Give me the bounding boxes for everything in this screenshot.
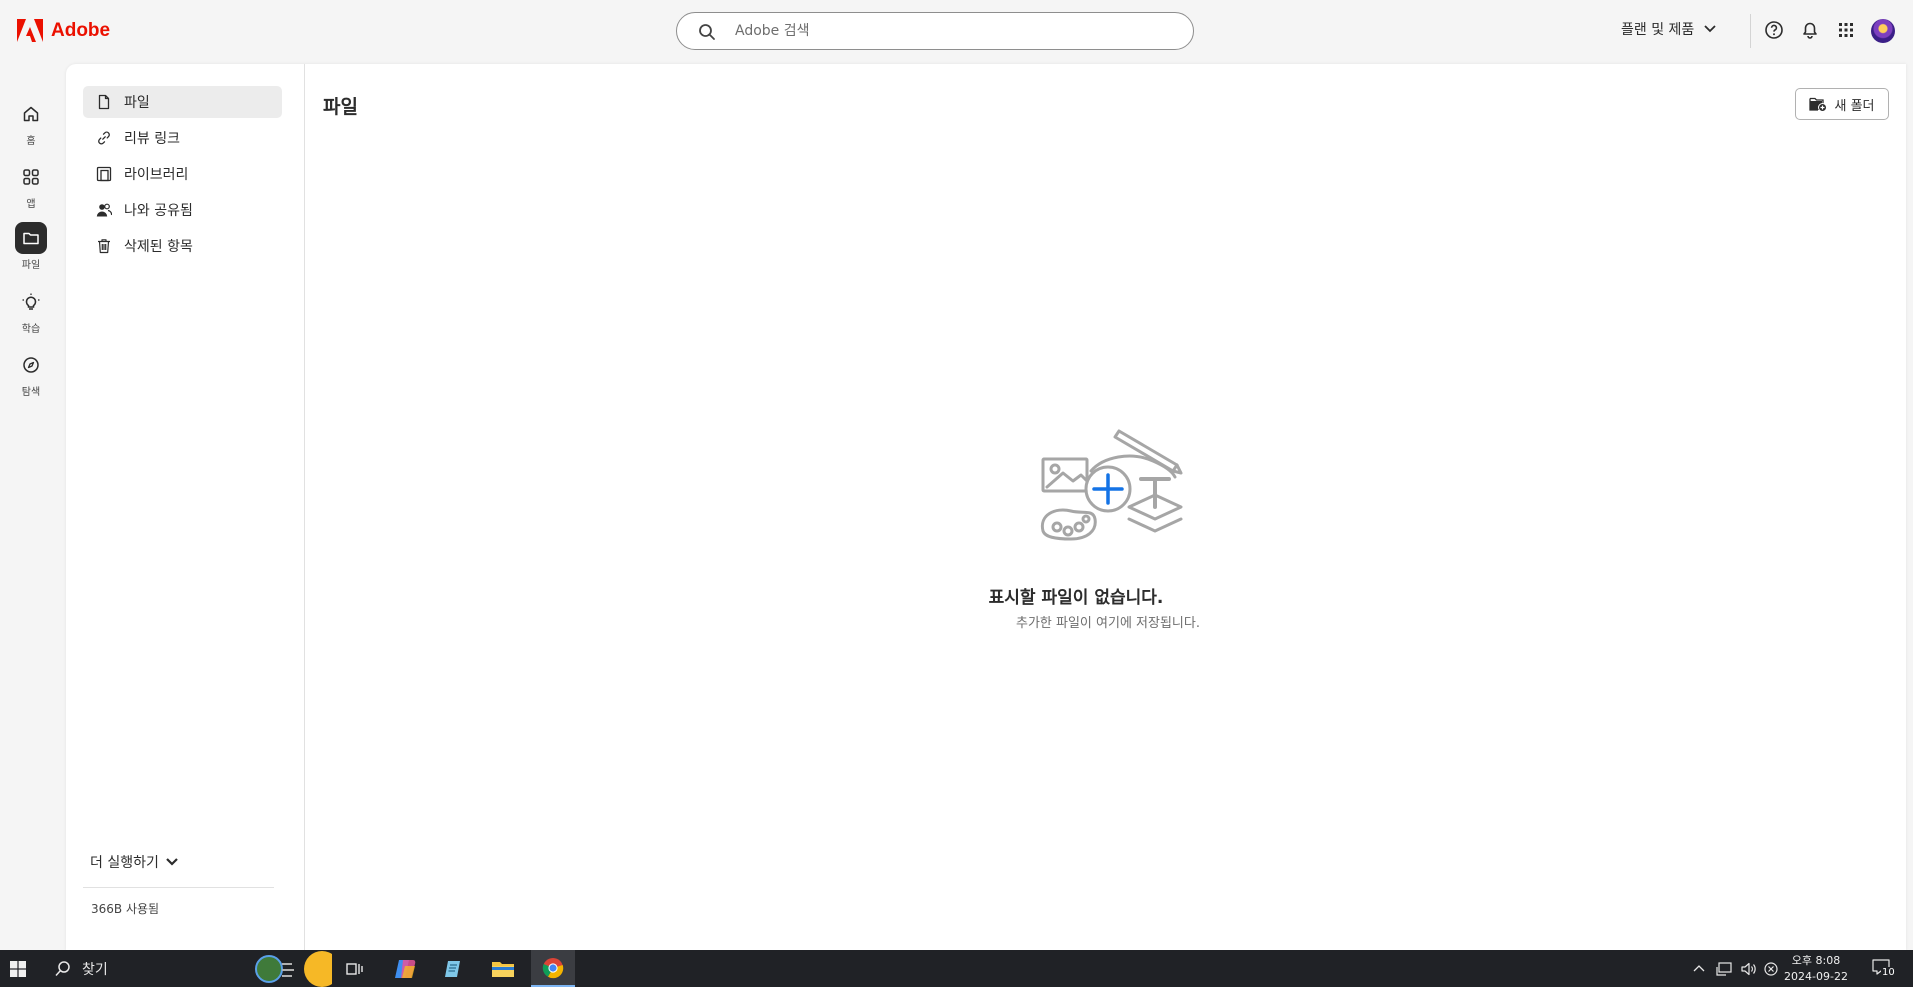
subnav-item-deleted[interactable]: 삭제된 항목 (83, 230, 282, 262)
lightbulb-icon (22, 293, 40, 310)
adobe-logo-icon (17, 19, 43, 42)
chevron-down-icon (166, 858, 178, 866)
home-icon (23, 106, 39, 122)
subnav-item-libraries[interactable]: 라이브러리 (83, 158, 282, 190)
app-switcher-icon[interactable] (1835, 19, 1857, 41)
file-explorer-icon (492, 961, 514, 977)
compass-icon (23, 357, 39, 373)
adobe-logo[interactable]: Adobe (17, 19, 110, 42)
apps-icon (23, 169, 39, 185)
network-icon[interactable] (1716, 961, 1732, 977)
rail-item-apps[interactable]: 앱 (12, 161, 50, 217)
status-error-icon[interactable] (1763, 961, 1779, 977)
rail-item-home[interactable]: 홈 (12, 98, 50, 154)
taskbar-chrome[interactable] (531, 950, 575, 987)
subnav-label: 리뷰 링크 (124, 131, 180, 147)
trash-icon (98, 239, 110, 254)
empty-state-subtitle: 추가한 파일이 여기에 저장됩니다. (1016, 616, 1200, 631)
bell-icon[interactable] (1799, 19, 1821, 41)
more-actions-label: 더 실행하기 (90, 855, 159, 871)
weather-widget-icon (255, 951, 332, 987)
taskbar-clock[interactable]: 오후 8:08 2024-09-22 (1780, 953, 1852, 985)
rail-label: 학습 (21, 324, 41, 335)
subnav-item-shared-with-me[interactable]: 나와 공유됨 (83, 194, 282, 226)
rail-label: 앱 (26, 199, 36, 210)
search-icon (699, 24, 715, 40)
taskbar-widget[interactable] (252, 950, 332, 987)
header-divider (1750, 14, 1751, 48)
subnav-item-review-links[interactable]: 리뷰 링크 (83, 122, 282, 154)
subnav-divider (83, 887, 274, 888)
volume-icon[interactable] (1740, 961, 1758, 977)
taskbar-task-view[interactable] (333, 950, 377, 987)
plans-products-menu[interactable]: 플랜 및 제품 (1621, 19, 1717, 39)
more-actions-toggle[interactable]: 더 실행하기 (90, 852, 179, 872)
rail-item-discover[interactable]: 탐색 (12, 349, 50, 405)
clock-date: 2024-09-22 (1784, 970, 1848, 983)
windows-start-icon[interactable] (10, 961, 26, 977)
subnav-item-files[interactable]: 파일 (83, 86, 282, 118)
subnav-label: 나와 공유됨 (124, 203, 193, 219)
rail-label: 파일 (21, 260, 41, 271)
library-icon (96, 166, 112, 182)
copilot-icon (395, 959, 416, 978)
task-view-icon (346, 962, 363, 975)
help-icon[interactable] (1763, 19, 1785, 41)
shared-users-icon (96, 203, 112, 217)
top-header: Adobe 플랜 및 제품 (0, 0, 1913, 64)
rail-label: 탐색 (21, 387, 41, 398)
link-icon (98, 131, 110, 145)
search-bar[interactable] (676, 12, 1194, 50)
notepad-icon (445, 960, 460, 977)
chrome-icon (542, 957, 564, 978)
left-rail: 홈 앱 파일 학습 탐색 (0, 64, 66, 950)
windows-taskbar: 찾기 오후 8:08 2024-09-22 10 (0, 950, 1913, 987)
taskbar-search[interactable]: 찾기 (54, 950, 108, 987)
new-folder-label: 새 폴더 (1834, 98, 1875, 114)
chevron-up-icon[interactable] (1692, 963, 1706, 973)
rail-item-files[interactable]: 파일 (12, 222, 50, 278)
new-folder-icon (1809, 97, 1828, 112)
chevron-down-icon (1704, 25, 1716, 33)
adobe-logo-text: Adobe (51, 19, 111, 41)
notification-count-badge: 10 (1881, 967, 1896, 979)
empty-state-illustration (1040, 429, 1183, 541)
user-avatar[interactable] (1871, 19, 1895, 43)
notification-center[interactable]: 10 (1872, 959, 1896, 979)
file-icon (98, 94, 110, 110)
taskbar-copilot[interactable] (383, 950, 427, 987)
search-icon (55, 960, 70, 976)
storage-usage: 366B 사용됨 (91, 902, 160, 916)
taskbar-notepad[interactable] (431, 950, 475, 987)
rail-item-learn[interactable]: 학습 (12, 286, 50, 342)
rail-label: 홈 (26, 136, 36, 147)
empty-state-title: 표시할 파일이 없습니다. (988, 588, 1164, 608)
search-input[interactable] (735, 21, 1175, 41)
subnav-label: 파일 (124, 95, 150, 111)
taskbar-file-explorer[interactable] (481, 950, 525, 987)
taskbar-search-label: 찾기 (82, 961, 108, 978)
main-panel: 파일 리뷰 링크 라이브러리 나와 공유됨 삭제된 항목 더 실행하기 366B… (66, 64, 1906, 950)
folder-icon (23, 232, 39, 245)
files-subnav: 파일 리뷰 링크 라이브러리 나와 공유됨 삭제된 항목 더 실행하기 366B… (66, 64, 305, 950)
new-folder-button[interactable]: 새 폴더 (1795, 88, 1889, 120)
page-title: 파일 (323, 96, 358, 118)
clock-time: 오후 8:08 (1791, 954, 1841, 967)
plans-products-label: 플랜 및 제품 (1621, 22, 1695, 38)
subnav-label: 삭제된 항목 (124, 239, 193, 255)
subnav-label: 라이브러리 (124, 167, 189, 183)
